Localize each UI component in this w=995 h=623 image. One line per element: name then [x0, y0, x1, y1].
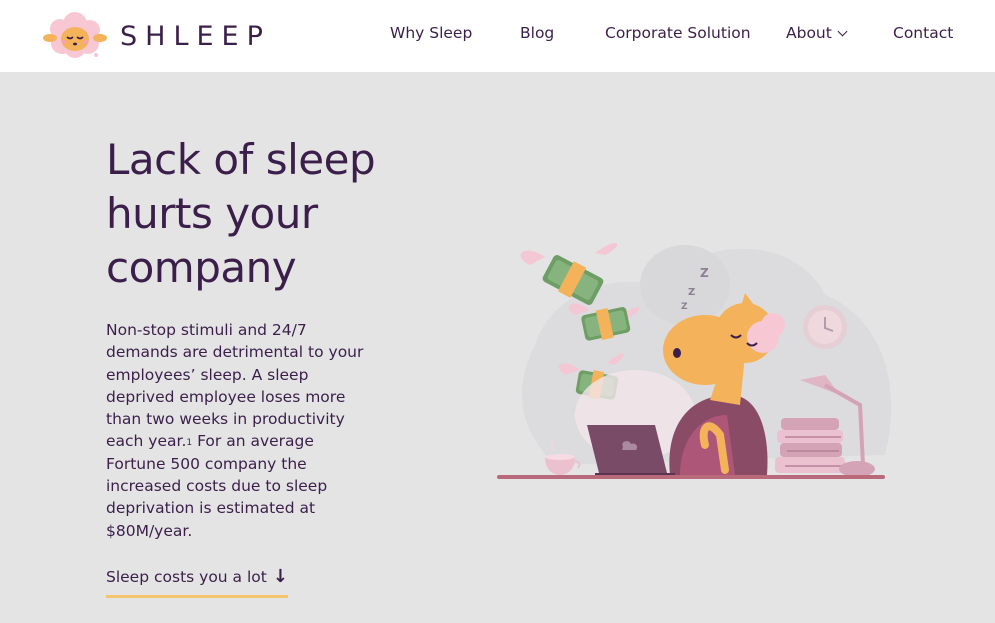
- tired-employee-illustration: Z Z Z: [497, 243, 892, 479]
- book-stack-icon: [775, 418, 845, 473]
- brand-logo[interactable]: SHLEEP: [42, 10, 272, 62]
- sleep-costs-label: Sleep costs you a lot: [106, 568, 267, 586]
- svg-text:Z: Z: [681, 302, 688, 312]
- nav-blog[interactable]: Blog: [520, 24, 554, 42]
- footnote-marker[interactable]: 1: [186, 438, 192, 448]
- hero-title: Lack of sleep hurts your company: [106, 135, 376, 292]
- wall-clock-icon: [803, 305, 847, 349]
- svg-text:Z: Z: [700, 266, 709, 280]
- svg-text:Z: Z: [688, 287, 695, 298]
- desk-surface: [497, 475, 885, 479]
- nav-why-sleep[interactable]: Why Sleep: [390, 24, 472, 42]
- sheep-logo-icon: [43, 12, 107, 58]
- arrow-down-icon: ↓: [272, 566, 288, 587]
- hero-description: Non-stop stimuli and 24/7 demands are de…: [106, 319, 376, 542]
- top-navigation: SHLEEP Why Sleep Blog Corporate Solution…: [0, 0, 995, 72]
- chevron-down-icon: [837, 26, 848, 37]
- brand-name: SHLEEP: [120, 20, 271, 52]
- sleep-costs-link[interactable]: Sleep costs you a lot ↓: [106, 566, 288, 598]
- nav-corporate-solution[interactable]: Corporate Solution: [605, 24, 751, 42]
- nav-about-label: About: [786, 24, 832, 42]
- nav-contact[interactable]: Contact: [893, 24, 953, 42]
- nav-about[interactable]: About: [786, 24, 848, 42]
